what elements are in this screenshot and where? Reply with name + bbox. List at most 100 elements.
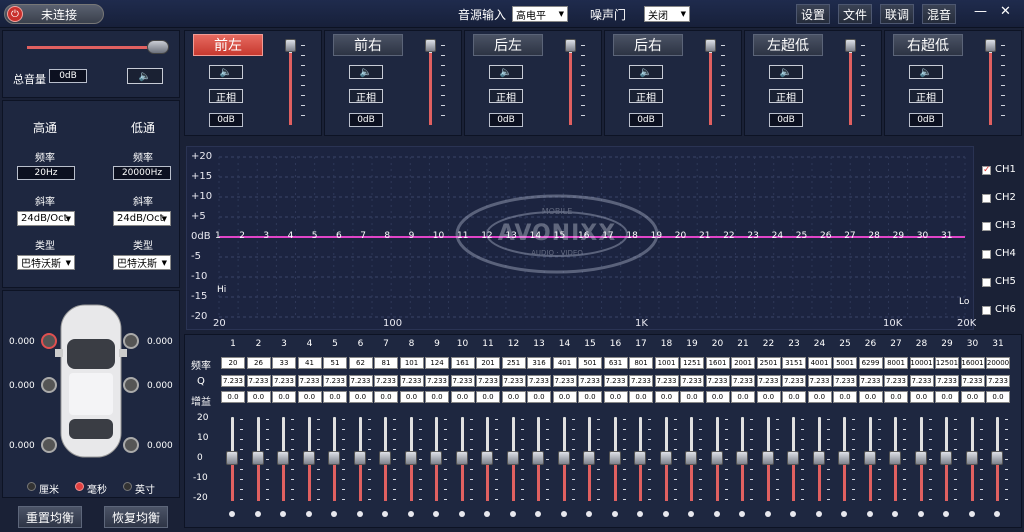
band-bypass-dot[interactable] [917, 511, 924, 517]
band-bypass-dot[interactable] [841, 511, 847, 517]
band-bypass-dot[interactable] [280, 511, 286, 517]
eq-point-label[interactable]: 25 [796, 231, 807, 241]
channel-gain-field[interactable]: 0dB [349, 113, 383, 127]
channel-volume-knob[interactable] [985, 39, 996, 52]
master-mute-button[interactable]: 🔈 [127, 68, 163, 84]
unit-inch-radio[interactable] [123, 482, 132, 491]
band-gain-field[interactable]: 0.0 [425, 391, 449, 403]
band-bypass-dot[interactable] [739, 511, 745, 517]
speaker-front-left-icon[interactable] [41, 333, 57, 349]
band-freq-field[interactable]: 26 [246, 357, 271, 369]
band-q-field[interactable]: 7.233 [986, 375, 1010, 387]
eq-point-label[interactable]: 18 [626, 231, 637, 241]
band-gain-knob[interactable] [251, 451, 264, 465]
band-bypass-dot[interactable] [560, 511, 567, 517]
band-q-field[interactable]: 7.233 [348, 375, 373, 387]
eq-point-label[interactable]: 27 [844, 231, 855, 241]
channel-mute-button[interactable]: 🔈 [769, 65, 803, 79]
band-freq-field[interactable]: 101 [399, 357, 424, 369]
eq-point-label[interactable]: 24 [772, 231, 783, 241]
band-freq-field[interactable]: 12501 [935, 357, 959, 369]
band-gain-field[interactable]: 0.0 [935, 391, 959, 403]
channel-volume-knob[interactable] [285, 39, 296, 52]
band-bypass-dot[interactable] [433, 511, 439, 517]
band-gain-field[interactable]: 0.0 [680, 391, 704, 403]
eq-point-label[interactable]: 19 [651, 231, 662, 241]
eq-point-label[interactable]: 26 [820, 231, 831, 241]
band-gain-field[interactable]: 0.0 [221, 391, 245, 403]
eq-point-label[interactable]: 20 [675, 231, 686, 241]
eq-point-label[interactable]: 21 [699, 231, 710, 241]
band-gain-field[interactable]: 0.0 [986, 391, 1010, 403]
band-q-field[interactable]: 7.233 [476, 375, 500, 387]
band-freq-field[interactable]: 161 [450, 357, 475, 369]
eq-point-label[interactable]: 8 [384, 231, 390, 241]
eq-point-label[interactable]: 22 [723, 231, 734, 241]
band-gain-knob[interactable] [991, 451, 1003, 465]
channel-checkbox[interactable]: ✓ [982, 165, 991, 175]
band-freq-field[interactable]: 4001 [807, 357, 832, 369]
band-bypass-dot[interactable] [611, 511, 618, 517]
band-gain-field[interactable]: 0.0 [884, 391, 908, 403]
band-q-field[interactable]: 7.233 [909, 375, 934, 387]
eq-point-label[interactable]: 1 [215, 231, 221, 241]
band-gain-field[interactable]: 0.0 [858, 391, 883, 403]
band-q-field[interactable]: 7.233 [272, 375, 296, 387]
band-bypass-dot[interactable] [484, 511, 490, 517]
band-bypass-dot[interactable] [790, 511, 796, 517]
band-gain-knob[interactable] [685, 451, 697, 465]
channel-volume-slider[interactable] [989, 43, 992, 125]
band-gain-field[interactable]: 0.0 [348, 391, 373, 403]
band-gain-knob[interactable] [481, 451, 493, 465]
reset-eq-button[interactable]: 重置均衡 [18, 506, 82, 528]
eq-point-label[interactable]: 17 [602, 231, 613, 241]
band-bypass-dot[interactable] [637, 511, 643, 517]
band-gain-knob[interactable] [379, 451, 391, 465]
eq-point-label[interactable]: 2 [239, 231, 245, 241]
channel-mute-button[interactable]: 🔈 [909, 65, 943, 79]
band-freq-field[interactable]: 631 [603, 357, 628, 369]
eq-point-label[interactable]: 15 [554, 231, 565, 241]
band-freq-field[interactable]: 33 [272, 357, 296, 369]
channel-name-button[interactable]: 右超低 [893, 34, 963, 56]
band-gain-field[interactable]: 0.0 [297, 391, 322, 403]
channel-mute-button[interactable]: 🔈 [629, 65, 663, 79]
band-q-field[interactable]: 7.233 [552, 375, 577, 387]
eq-point-label[interactable]: 11 [457, 231, 468, 241]
band-q-field[interactable]: 7.233 [731, 375, 755, 387]
band-bypass-dot[interactable] [331, 511, 337, 517]
eq-point-label[interactable]: 3 [263, 231, 269, 241]
band-freq-field[interactable]: 1001 [654, 357, 679, 369]
band-freq-field[interactable]: 20000 [986, 357, 1010, 369]
eq-point-label[interactable]: 5 [312, 231, 318, 241]
lowpass-freq-field[interactable]: 20000Hz [113, 166, 171, 180]
band-bypass-dot[interactable] [662, 511, 669, 517]
master-volume-knob[interactable] [147, 40, 169, 54]
eq-point-label[interactable]: 31 [941, 231, 952, 241]
band-bypass-dot[interactable] [815, 511, 822, 517]
band-q-field[interactable]: 7.233 [705, 375, 730, 387]
band-gain-knob[interactable] [889, 451, 901, 465]
band-q-field[interactable]: 7.233 [297, 375, 322, 387]
band-gain-knob[interactable] [787, 451, 799, 465]
close-button[interactable]: ✕ [1000, 4, 1011, 19]
band-q-field[interactable]: 7.233 [858, 375, 883, 387]
band-q-field[interactable]: 7.233 [374, 375, 398, 387]
band-gain-knob[interactable] [965, 451, 978, 465]
band-freq-field[interactable]: 20 [221, 357, 245, 369]
band-q-field[interactable]: 7.233 [680, 375, 704, 387]
lowpass-type-select[interactable]: 巴特沃斯 ▼ [113, 255, 171, 270]
eq-point-label[interactable]: 6 [336, 231, 342, 241]
band-gain-knob[interactable] [226, 451, 238, 465]
unit-ms-radio[interactable] [75, 482, 84, 491]
band-gain-knob[interactable] [608, 451, 621, 465]
band-bypass-dot[interactable] [229, 511, 235, 517]
band-freq-field[interactable]: 316 [527, 357, 551, 369]
band-q-field[interactable]: 7.233 [654, 375, 679, 387]
channel-phase-button[interactable]: 正相 [209, 89, 243, 104]
channel-checkbox[interactable] [982, 250, 991, 259]
band-freq-field[interactable]: 2501 [756, 357, 781, 369]
mix-button[interactable]: 混音 [922, 4, 956, 24]
eq-point-label[interactable]: 10 [433, 231, 444, 241]
band-bypass-dot[interactable] [458, 511, 465, 517]
